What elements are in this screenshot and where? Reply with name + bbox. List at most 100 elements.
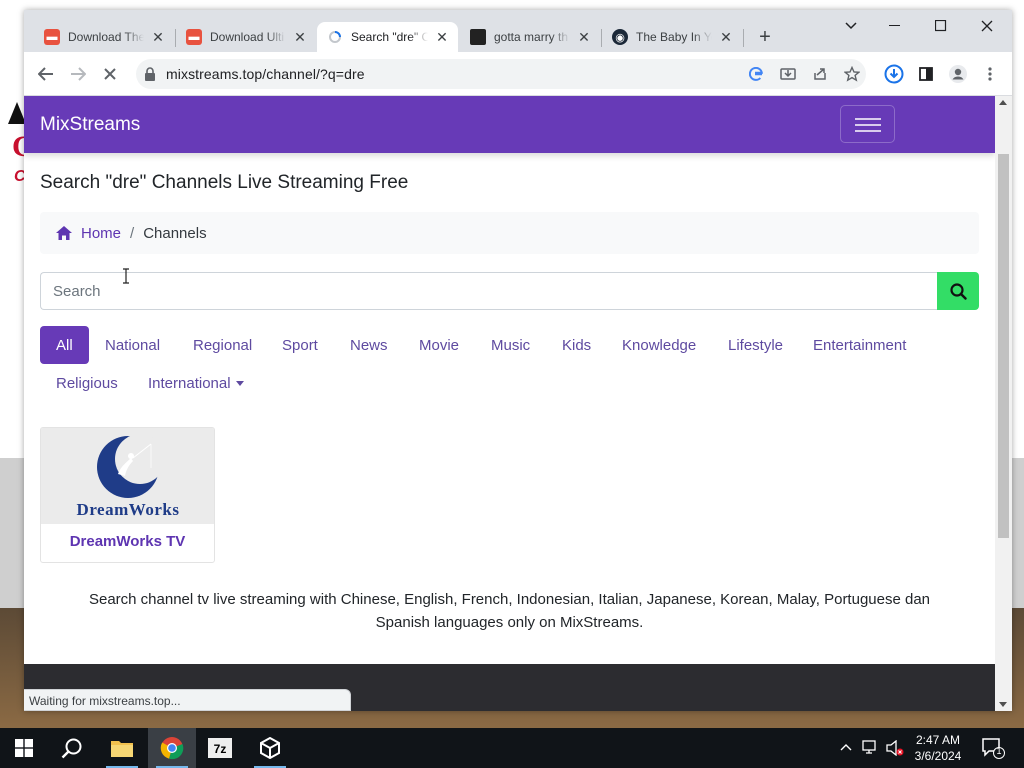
tab-title: Download The <box>68 30 144 44</box>
menu-line-icon <box>855 130 881 132</box>
steam-icon: ◉ <box>612 29 628 45</box>
category-movie[interactable]: Movie <box>403 326 475 364</box>
profile-avatar-icon[interactable] <box>944 60 972 88</box>
search-button[interactable] <box>937 272 979 310</box>
scroll-down-arrow-icon[interactable] <box>999 702 1007 707</box>
search-icon <box>61 738 82 759</box>
category-international-dropdown[interactable]: International <box>132 364 260 402</box>
address-bar[interactable]: mixstreams.top/channel/?q=dre <box>136 59 866 89</box>
share-icon[interactable] <box>809 63 831 85</box>
category-all[interactable]: All <box>40 326 89 364</box>
red-app-icon: ▬ <box>44 29 60 45</box>
chrome-taskbar-button[interactable] <box>148 728 196 768</box>
category-international-label: International <box>148 374 231 392</box>
unity-taskbar-button[interactable] <box>246 728 294 768</box>
category-religious[interactable]: Religious <box>40 364 134 402</box>
notification-center-button[interactable]: 1 <box>980 736 1006 760</box>
category-lifestyle[interactable]: Lifestyle <box>712 326 799 364</box>
tab-title: Download Ulti <box>210 30 285 44</box>
category-entertainment[interactable]: Entertainment <box>797 326 922 364</box>
category-music[interactable]: Music <box>475 326 546 364</box>
search-icon <box>949 282 967 300</box>
menu-line-icon <box>855 118 881 120</box>
new-tab-button[interactable]: + <box>752 25 778 49</box>
desktop-logo-fragment: CC <box>6 98 34 198</box>
scrollbar-thumb[interactable] <box>998 154 1009 538</box>
start-button[interactable] <box>0 728 48 768</box>
7zip-icon: 7z <box>208 738 232 758</box>
category-news[interactable]: News <box>334 326 404 364</box>
system-clock[interactable]: 2:47 AM 3/6/2024 <box>906 732 970 764</box>
browser-window: ▬ Download The ✕ ▬ Download Ulti ✕ Searc… <box>24 10 1012 711</box>
install-app-icon[interactable] <box>777 63 799 85</box>
folder-icon <box>111 741 133 757</box>
side-panel-icon[interactable] <box>912 60 940 88</box>
7zip-taskbar-button[interactable]: 7z <box>196 728 244 768</box>
category-knowledge[interactable]: Knowledge <box>606 326 712 364</box>
dreamworks-logo: DreamWorks <box>77 434 180 519</box>
tab-gotta-marry[interactable]: gotta marry th ✕ <box>460 22 600 52</box>
downloads-icon[interactable] <box>880 60 908 88</box>
tab-close-icon[interactable]: ✕ <box>292 29 308 45</box>
search-form <box>40 272 979 310</box>
home-icon <box>56 226 72 240</box>
volume-muted-icon[interactable] <box>886 739 904 759</box>
close-window-button[interactable] <box>964 14 1010 38</box>
google-icon[interactable] <box>745 63 767 85</box>
loading-status-bar: Waiting for mixstreams.top... <box>24 689 351 711</box>
navbar-toggle-button[interactable] <box>840 105 895 143</box>
tab-download-the[interactable]: ▬ Download The ✕ <box>34 22 174 52</box>
tab-search-dre[interactable]: Search "dre" C ✕ <box>317 22 458 52</box>
browser-menu-icon[interactable] <box>976 60 1004 88</box>
channel-thumbnail: DreamWorks <box>41 428 214 524</box>
clock-date: 3/6/2024 <box>914 749 962 763</box>
back-button[interactable] <box>32 60 60 88</box>
search-input[interactable] <box>40 272 938 310</box>
stop-loading-button[interactable] <box>96 60 124 88</box>
tab-title: gotta marry th <box>494 30 569 44</box>
channel-name[interactable]: DreamWorks TV <box>41 533 214 550</box>
logo-text: DreamWorks <box>77 500 180 519</box>
maximize-button[interactable] <box>918 14 964 38</box>
category-sport[interactable]: Sport <box>266 326 334 364</box>
tab-separator <box>743 29 744 47</box>
category-kids[interactable]: Kids <box>546 326 607 364</box>
network-icon[interactable] <box>862 740 880 759</box>
category-regional[interactable]: Regional <box>177 326 268 364</box>
tab-search-chevron-icon[interactable] <box>828 14 874 38</box>
breadcrumb-home-link[interactable]: Home <box>81 225 121 242</box>
forward-button[interactable] <box>64 60 92 88</box>
windows-logo-icon <box>15 739 33 757</box>
menu-line-icon <box>855 124 881 126</box>
tab-download-ulti[interactable]: ▬ Download Ulti ✕ <box>176 22 316 52</box>
footer-description: Search channel tv live streaming with Ch… <box>88 591 931 631</box>
scroll-up-arrow-icon[interactable] <box>999 100 1007 105</box>
search-taskbar-button[interactable] <box>48 728 96 768</box>
tab-the-baby[interactable]: ◉ The Baby In Ye ✕ <box>602 22 742 52</box>
svg-text:7z: 7z <box>214 742 227 756</box>
channel-card[interactable]: DreamWorks DreamWorks TV <box>40 427 215 563</box>
page-scrollbar[interactable] <box>995 96 1012 711</box>
tray-overflow-chevron-icon[interactable] <box>840 740 852 754</box>
tab-title: The Baby In Ye <box>636 30 712 44</box>
lock-icon <box>145 67 155 81</box>
breadcrumb: Home / Channels <box>40 212 979 254</box>
address-url: mixstreams.top/channel/?q=dre <box>166 66 365 82</box>
tab-close-icon[interactable]: ✕ <box>576 29 592 45</box>
red-app-icon: ▬ <box>186 29 202 45</box>
category-national[interactable]: National <box>89 326 176 364</box>
tab-close-icon[interactable]: ✕ <box>718 29 734 45</box>
site-brand[interactable]: MixStreams <box>40 114 140 136</box>
clock-time: 2:47 AM <box>915 733 961 747</box>
chrome-icon <box>160 737 184 760</box>
text-cursor-icon <box>123 268 129 284</box>
tab-close-icon[interactable]: ✕ <box>434 29 450 45</box>
bookmark-star-icon[interactable] <box>841 63 863 85</box>
file-explorer-button[interactable] <box>98 728 146 768</box>
minimize-button[interactable] <box>872 14 918 38</box>
page-viewport: MixStreams Search "dre" Channels Live St… <box>24 96 995 711</box>
unity-icon <box>260 737 280 759</box>
tab-close-icon[interactable]: ✕ <box>150 29 166 45</box>
browser-toolbar: mixstreams.top/channel/?q=dre <box>24 52 1012 96</box>
windows-taskbar: 7z 2:47 AM 3/6/2024 1 <box>0 728 1024 768</box>
